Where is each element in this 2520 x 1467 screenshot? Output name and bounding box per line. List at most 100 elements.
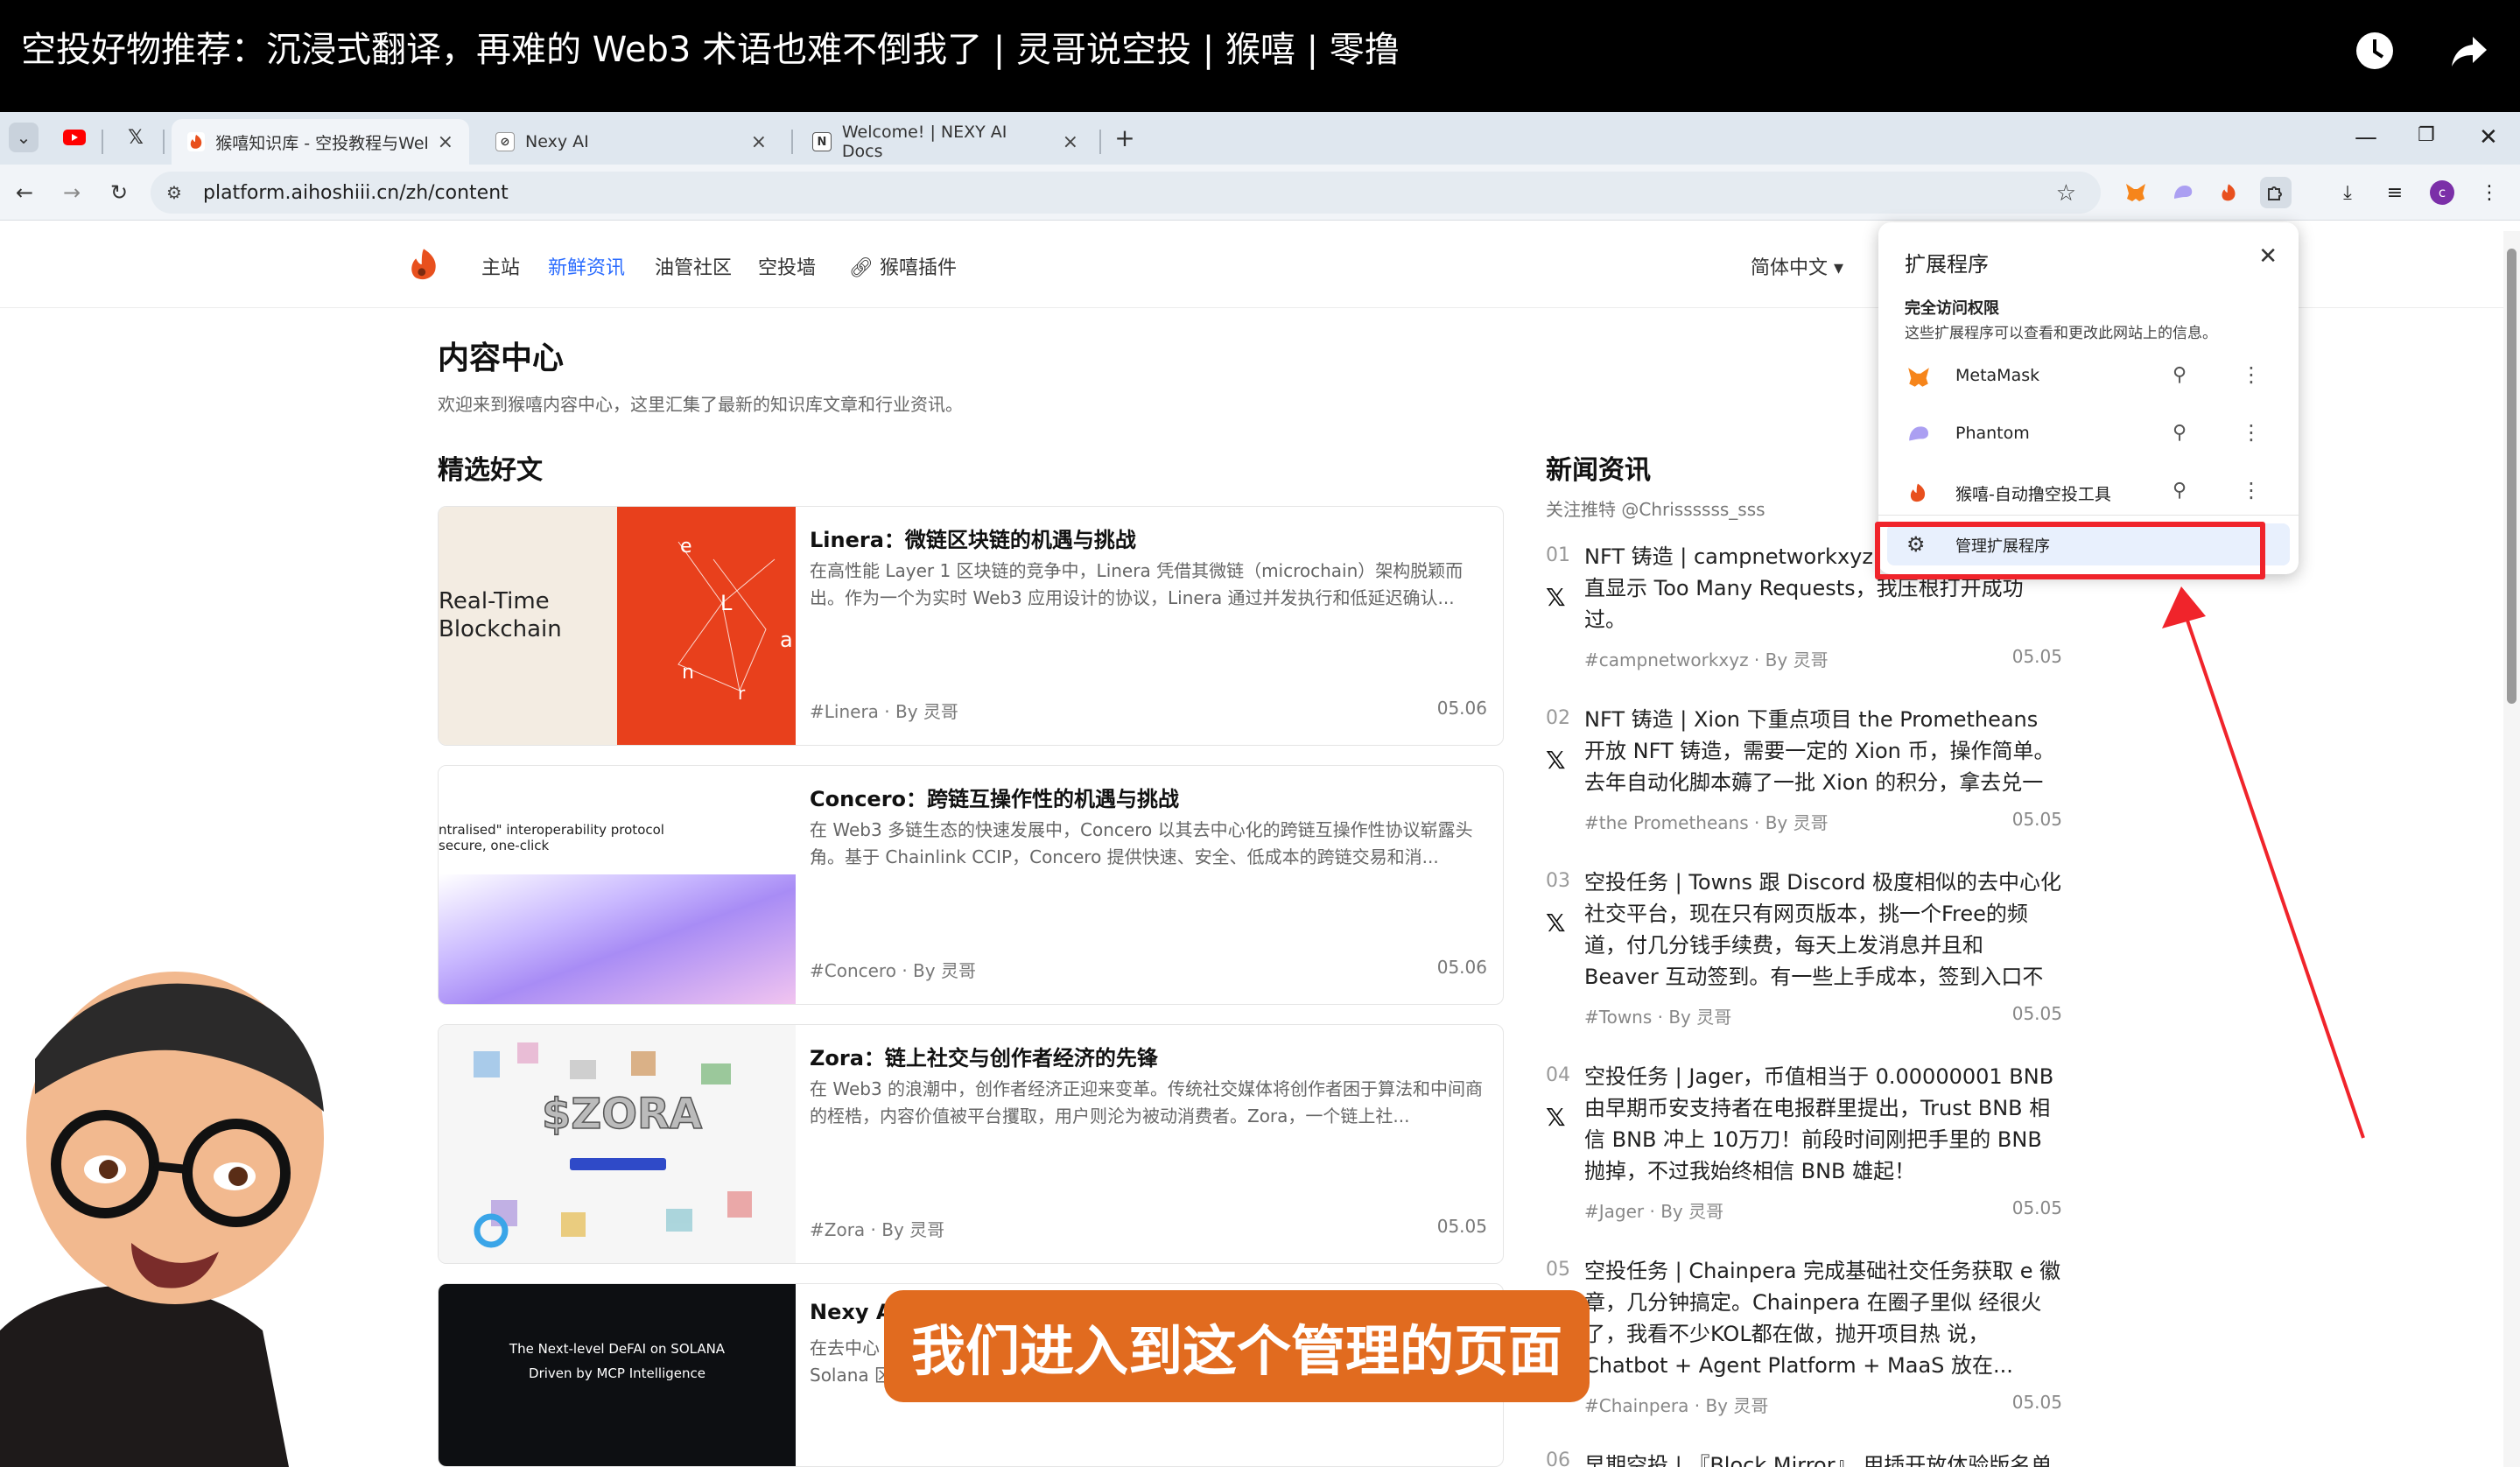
article-card-linera[interactable]: Real-Time Blockchain e L a n r Linera：微链… xyxy=(438,506,1504,746)
nav-main[interactable]: 主站 xyxy=(481,252,520,280)
share-icon[interactable] xyxy=(2445,26,2494,75)
close-icon[interactable]: × xyxy=(751,131,767,153)
x-icon: 𝕏 xyxy=(1546,1103,1566,1132)
page-scrollbar[interactable] xyxy=(2503,231,2520,1467)
news-item[interactable]: 06 早期空投 | 『Block Mirror』 用插开放体验版名单进 xyxy=(1546,1449,2062,1467)
article-author: · By 灵哥 xyxy=(884,701,958,722)
nav-youtube-community[interactable]: 油管社区 xyxy=(655,252,732,280)
article-tag[interactable]: #Concero xyxy=(810,960,896,981)
reload-icon[interactable]: ↻ xyxy=(103,177,135,208)
news-text: 空投任务 | Towns 跟 Discord 极度相似的去中心化社交平台，现在只… xyxy=(1584,870,2062,989)
more-options-icon[interactable]: ⋮ xyxy=(2241,478,2262,502)
close-icon[interactable]: ✕ xyxy=(2258,243,2278,270)
link-icon: 🔗︎ xyxy=(849,257,880,279)
more-menu-icon[interactable]: ⋮ xyxy=(2474,177,2505,208)
article-author: · By 灵哥 xyxy=(870,1219,945,1240)
news-tag[interactable]: #campnetworkxyz · By 灵哥 xyxy=(1584,646,1829,671)
close-icon[interactable]: × xyxy=(1063,131,1078,153)
news-text: NFT 铸造 | Xion 下重点项目 the Prometheans 开放 N… xyxy=(1584,707,2055,795)
news-tag[interactable]: #Chainpera · By 灵哥 xyxy=(1584,1392,1768,1417)
houxi-logo-icon[interactable] xyxy=(2213,177,2244,208)
forward-icon[interactable]: → xyxy=(56,177,88,208)
x-icon: 𝕏 xyxy=(1546,746,1566,775)
svg-text:n: n xyxy=(682,662,694,684)
news-text: 早期空投 | 『Block Mirror』 用插开放体验版名单进 xyxy=(1584,1453,2053,1467)
back-icon[interactable]: ← xyxy=(9,177,40,208)
extension-item-metamask[interactable]: MetaMask ⚲ ⋮ xyxy=(1878,348,2299,406)
tab-houxi[interactable]: 猴嘻知识库 - 空投教程与Web3 × xyxy=(172,119,469,165)
page-title: 内容中心 xyxy=(438,340,565,376)
extension-item-phantom[interactable]: Phantom ⚲ ⋮ xyxy=(1878,406,2299,464)
extension-name: 猴嘻-自动撸空投工具 xyxy=(1955,485,2111,504)
article-tag[interactable]: #Linera xyxy=(810,701,879,722)
page-subtitle: 欢迎来到猴嘻内容中心，这里汇集了最新的知识库文章和行业资讯。 xyxy=(438,394,963,415)
unpin-icon[interactable]: ⚲ xyxy=(2173,480,2187,502)
article-card-concero[interactable]: ntralised" interoperability protocol sec… xyxy=(438,765,1504,1005)
news-tag[interactable]: #the Prometheans · By 灵哥 xyxy=(1584,809,1829,834)
video-caption: 我们进入到这个管理的页面 xyxy=(884,1290,1590,1402)
extension-item-houxi[interactable]: 猴嘻-自动撸空投工具 ⚲ ⋮ xyxy=(1878,464,2299,522)
news-item[interactable]: 03 𝕏 空投任务 | Towns 跟 Discord 极度相似的去中心化社交平… xyxy=(1546,867,2062,1042)
x-icon: 𝕏 xyxy=(1546,909,1566,937)
nav-airdrop-wall[interactable]: 空投墙 xyxy=(758,252,816,280)
bookmark-star-icon[interactable]: ☆ xyxy=(2056,180,2076,207)
news-tag[interactable]: #Towns · By 灵哥 xyxy=(1584,1003,1731,1028)
more-options-icon[interactable]: ⋮ xyxy=(2241,362,2262,387)
restore-icon[interactable]: ❐ xyxy=(2418,124,2435,146)
phantom-ghost-icon[interactable] xyxy=(2167,177,2199,208)
site-info-icon[interactable]: ⚙ xyxy=(166,182,182,203)
clock-icon[interactable] xyxy=(2350,26,2399,75)
news-number: 04 xyxy=(1546,1064,1570,1086)
article-title[interactable]: Zora：链上社交与创作者经济的先锋 xyxy=(810,1041,1158,1071)
popup-divider xyxy=(1878,515,2299,516)
news-item[interactable]: 02 𝕏 NFT 铸造 | Xion 下重点项目 the Prometheans… xyxy=(1546,704,2062,844)
x-pinned-tab[interactable]: 𝕏 xyxy=(121,123,151,152)
article-title[interactable]: Linera：微链区块链的机遇与挑战 xyxy=(810,523,1136,553)
avatar[interactable]: c xyxy=(2426,177,2458,208)
youtube-pinned-tab[interactable] xyxy=(60,123,89,152)
news-number: 01 xyxy=(1546,544,1570,566)
nav-plugin[interactable]: 🔗︎ 猴嘻插件 xyxy=(849,252,957,280)
tab-nexy[interactable]: ⊘ Nexy AI × xyxy=(480,119,783,165)
article-meta: #Zora · By 灵哥 xyxy=(810,1216,944,1241)
article-title[interactable]: Concero：跨链互操作性的机遇与挑战 xyxy=(810,782,1179,812)
featured-heading: 精选好文 xyxy=(438,455,543,486)
article-tag[interactable]: #Zora xyxy=(810,1219,865,1240)
news-number: 02 xyxy=(1546,707,1570,729)
news-item[interactable]: 04 𝕏 空投任务 | Jager，币值相当于 0.00000001 BNB 由… xyxy=(1546,1061,2062,1236)
close-icon[interactable]: × xyxy=(438,131,453,153)
unpin-icon[interactable]: ⚲ xyxy=(2173,422,2187,444)
news-item[interactable]: 05 空投任务 | Chainpera 完成基础社交任务获取 e 徽章，几分钟搞… xyxy=(1546,1255,2062,1430)
news-tag[interactable]: #Jager · By 灵哥 xyxy=(1584,1197,1723,1223)
extension-name: Phantom xyxy=(1955,424,2030,443)
nav-news[interactable]: 新鲜资讯 xyxy=(548,252,625,280)
site-logo[interactable] xyxy=(404,243,443,285)
news-follow-link[interactable]: 关注推特 @Chrissssss_sss xyxy=(1546,495,1765,521)
extensions-puzzle-icon[interactable] xyxy=(2260,177,2292,208)
reading-list-icon[interactable]: ≡ xyxy=(2379,177,2411,208)
more-options-icon[interactable]: ⋮ xyxy=(2241,420,2262,445)
new-tab-button[interactable]: + xyxy=(1110,123,1140,152)
metamask-fox-icon[interactable] xyxy=(2120,177,2151,208)
news-heading: 新闻资讯 xyxy=(1546,455,1651,486)
metamask-fox-icon xyxy=(1906,366,1931,389)
phantom-ghost-icon xyxy=(1906,424,1931,446)
article-thumbnail: Real-Time Blockchain e L a n r xyxy=(439,507,796,745)
svg-text:L: L xyxy=(720,591,733,615)
thumb-text: $ZORA xyxy=(542,1090,702,1139)
scroll-thumb[interactable] xyxy=(2507,249,2516,704)
news-date: 05.05 xyxy=(2011,809,2062,830)
close-window-icon[interactable]: ✕ xyxy=(2479,124,2498,151)
language-selector[interactable]: 简体中文 ▾ xyxy=(1751,252,1843,280)
thumb-text: Real-Time Blockchain xyxy=(439,588,562,642)
minimize-icon[interactable]: — xyxy=(2355,124,2377,151)
news-date: 05.05 xyxy=(2011,1392,2062,1413)
download-icon[interactable]: ⤓ xyxy=(2332,177,2363,208)
popup-title: 扩展程序 xyxy=(1905,252,1989,277)
article-card-zora[interactable]: $ZORA Zora：链上社交与创作者经济的先锋 在 Web3 的浪潮中，创作者… xyxy=(438,1024,1504,1264)
unpin-icon[interactable]: ⚲ xyxy=(2173,364,2187,386)
address-bar[interactable]: ⚙ platform.aihoshiii.cn/zh/content ☆ xyxy=(151,172,2101,214)
tab-search-icon[interactable]: ⌄ xyxy=(9,123,39,152)
tab-nexy-docs[interactable]: N Welcome! | NEXY AI Docs × xyxy=(797,119,1094,165)
news-number: 03 xyxy=(1546,870,1570,892)
